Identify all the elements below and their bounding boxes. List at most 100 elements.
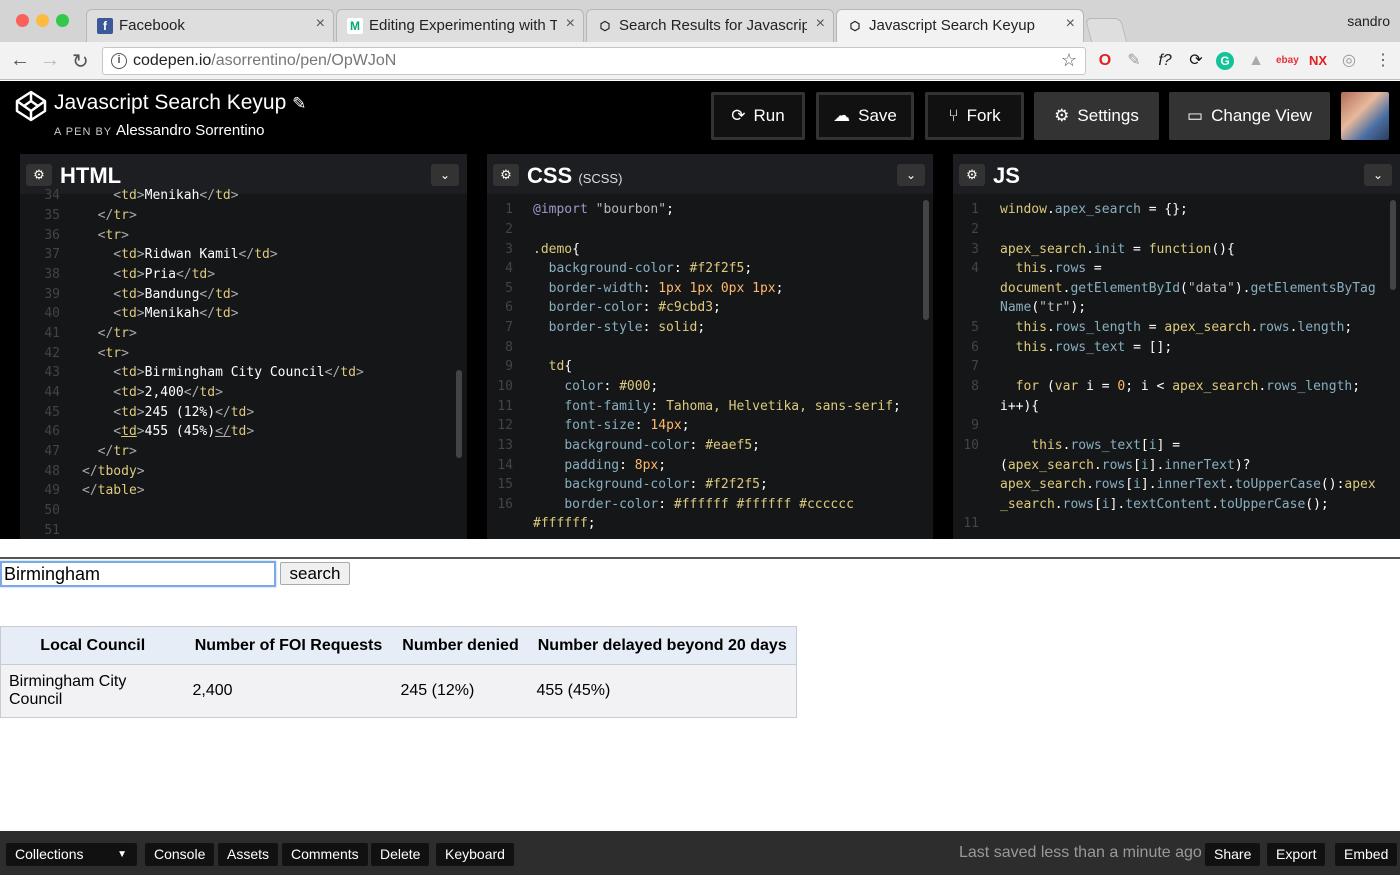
table-header-row: Local Council Number of FOI Requests Num… [0,626,797,665]
assets-button[interactable]: Assets [218,843,279,866]
comments-button[interactable]: Comments [282,843,368,866]
js-settings-gear-icon[interactable]: ⚙ [959,164,985,186]
table-cell: 2,400 [184,664,393,718]
html-editor-pane: ⚙ HTML ⌄ 34 <td>Menikah</td> 35 </tr> 36… [20,154,467,539]
css-scrollbar[interactable] [923,200,929,320]
export-button[interactable]: Export [1267,843,1326,866]
css-editor-title: CSS (SCSS) [527,163,622,189]
url-path: /asorrentino/pen/OpWJoN [211,52,397,69]
cloud-icon: ☁ [833,106,851,125]
js-code-editor[interactable]: 1 window.apex_search = {}; 2 3 apex_search… [953,194,1400,539]
ebay-extension-icon[interactable]: ebay [1276,51,1299,71]
css-editor-header: ⚙ CSS (SCSS) ⌄ [487,154,933,194]
column-header: Number of FOI Requests [184,626,393,665]
search-button[interactable]: search [280,562,350,585]
pen-author-link[interactable]: Alessandro Sorrentino [116,122,264,139]
pen-author-line: A PEN BY Alessandro Sorrentino [54,122,264,139]
css-chevron-down-icon[interactable]: ⌄ [897,164,925,186]
codepen-header: Javascript Search Keyup ✎ A PEN BY Aless… [0,81,1400,154]
column-header: Number delayed beyond 20 days [528,626,797,665]
tab-close-icon[interactable]: × [816,15,825,33]
maximize-window-button[interactable] [56,14,69,27]
tab-close-icon[interactable]: × [316,15,325,33]
embed-button[interactable]: Embed [1335,843,1398,866]
settings-button[interactable]: ⚙ Settings [1034,92,1159,140]
edit-pencil-icon[interactable]: ✎ [292,94,306,113]
css-settings-gear-icon[interactable]: ⚙ [493,164,519,186]
browser-user-name[interactable]: sandro [1347,13,1390,29]
nx-extension-icon[interactable]: NX [1307,51,1329,71]
circle-extension-icon[interactable]: ◎ [1338,51,1360,71]
back-arrow-icon[interactable]: ← [10,49,30,72]
html-code-editor[interactable]: 34 <td>Menikah</td> 35 </tr> 36 <tr> 37 … [20,188,467,539]
pen-title[interactable]: Javascript Search Keyup ✎ [54,91,306,115]
delete-button[interactable]: Delete [371,843,430,866]
table-cell: 245 (12%) [392,664,529,718]
tab-close-icon[interactable]: × [1066,15,1075,33]
search-input[interactable] [0,561,276,587]
change-view-button[interactable]: ▭ Change View [1169,92,1330,140]
minimize-window-button[interactable] [36,14,49,27]
tab-facebook[interactable]: f Facebook × [86,9,334,42]
column-header: Number denied [392,626,529,665]
new-tab-button[interactable] [1084,18,1128,42]
sync-extension-icon[interactable]: ⟳ [1185,51,1207,71]
foi-table: Local Council Number of FOI Requests Num… [0,626,797,718]
tab-close-icon[interactable]: × [566,15,575,33]
collections-dropdown[interactable]: Collections ▼ [6,843,137,866]
view-icon: ▭ [1187,106,1204,125]
js-editor-pane: ⚙ JS ⌄ 1 window.apex_search = {}; 2 3 apex… [953,154,1400,539]
js-editor-title: JS [993,163,1020,188]
function-extension-icon[interactable]: f? [1154,51,1176,71]
html-chevron-down-icon[interactable]: ⌄ [431,164,459,186]
save-button[interactable]: ☁ Save [816,92,914,140]
bookmark-star-icon[interactable]: ☆ [1061,50,1077,71]
collections-label: Collections [15,846,84,862]
html-scrollbar[interactable] [456,370,462,458]
opera-extension-icon[interactable]: O [1094,51,1116,71]
tab-search-results[interactable]: ⬡ Search Results for Javascript s × [586,9,834,42]
js-scrollbar[interactable] [1390,200,1396,290]
editor-gutter-left[interactable] [0,154,20,539]
table-row: Birmingham City Council 2,400 245 (12%) … [0,664,797,718]
menu-kebab-icon[interactable]: ⋮ [1372,51,1394,71]
tab-medium[interactable]: M Editing Experimenting with Tab × [336,9,584,42]
js-editor-header: ⚙ JS ⌄ [953,154,1400,194]
result-preview: search Local Council Number of FOI Reque… [0,557,1400,831]
editors-area: ⚙ HTML ⌄ 34 <td>Menikah</td> 35 </tr> 36… [0,154,1400,539]
pen-extension-icon[interactable]: ✎ [1123,51,1145,71]
run-label: Run [753,106,785,125]
keyboard-button[interactable]: Keyboard [436,843,514,866]
fork-icon: ⑂ [948,106,959,125]
triangle-extension-icon[interactable]: ▲ [1245,51,1267,71]
settings-label: Settings [1077,106,1139,125]
codepen-icon: ⬡ [599,19,611,33]
reload-icon[interactable]: ↻ [72,49,89,74]
run-button[interactable]: ⟳ Run [711,92,805,140]
url-text[interactable]: codepen.io/asorrentino/pen/OpWJoN [133,52,396,70]
tab-title: Facebook [119,17,185,34]
grammarly-icon[interactable]: G [1216,52,1234,70]
fork-button[interactable]: ⑂ Fork [925,92,1024,140]
css-code-editor[interactable]: 1 @import "bourbon"; 2 3 .demo{ 4 backgrou… [487,194,933,539]
html-settings-gear-icon[interactable]: ⚙ [26,164,52,186]
css-preprocessor-label: (SCSS) [578,171,623,186]
save-label: Save [858,106,897,125]
share-button[interactable]: Share [1205,843,1261,866]
info-icon[interactable]: i [111,53,127,69]
medium-icon: M [347,18,363,34]
console-button[interactable]: Console [145,843,215,866]
url-host: codepen.io [133,52,212,69]
forward-arrow-icon[interactable]: → [40,49,60,72]
tab-javascript-search-keyup[interactable]: ⬡ Javascript Search Keyup × [836,9,1084,42]
close-window-button[interactable] [16,14,29,27]
editor-resize-handle[interactable] [933,154,953,539]
last-saved-status: Last saved less than a minute ago [959,844,1202,861]
address-bar[interactable]: i codepen.io/asorrentino/pen/OpWJoN ☆ [102,47,1086,75]
js-chevron-down-icon[interactable]: ⌄ [1364,164,1392,186]
editor-resize-handle[interactable] [467,154,487,539]
codepen-logo-icon[interactable] [14,89,48,123]
tab-title: Search Results for Javascript s [619,17,807,34]
avatar[interactable] [1341,92,1389,140]
tab-title: Javascript Search Keyup [869,17,1035,34]
